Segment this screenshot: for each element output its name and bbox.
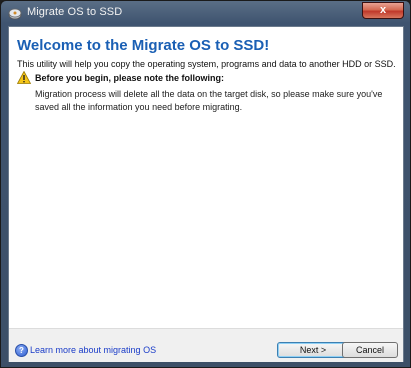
- wizard-panel: Welcome to the Migrate OS to SSD! This u…: [8, 26, 404, 362]
- warning-icon: [17, 71, 31, 84]
- page-heading: Welcome to the Migrate OS to SSD!: [17, 37, 270, 54]
- intro-text: This utility will help you copy the oper…: [17, 59, 396, 69]
- warning-title: Before you begin, please note the follow…: [35, 73, 225, 83]
- cancel-button[interactable]: Cancel: [342, 342, 398, 358]
- close-button[interactable]: x: [362, 2, 404, 19]
- help-question-icon[interactable]: ?: [15, 344, 28, 357]
- window-title: Migrate OS to SSD: [27, 6, 123, 18]
- next-button[interactable]: Next >: [277, 342, 349, 358]
- app-disk-icon: [8, 8, 22, 20]
- title-bar[interactable]: Migrate OS to SSD x: [1, 1, 410, 25]
- migrate-os-window: Migrate OS to SSD x Welcome to the Migra…: [0, 0, 411, 368]
- wizard-footer: ? Learn more about migrating OS Next > C…: [9, 328, 403, 362]
- warning-text: Migration process will delete all the da…: [35, 89, 383, 112]
- learn-more-link[interactable]: Learn more about migrating OS: [30, 345, 156, 355]
